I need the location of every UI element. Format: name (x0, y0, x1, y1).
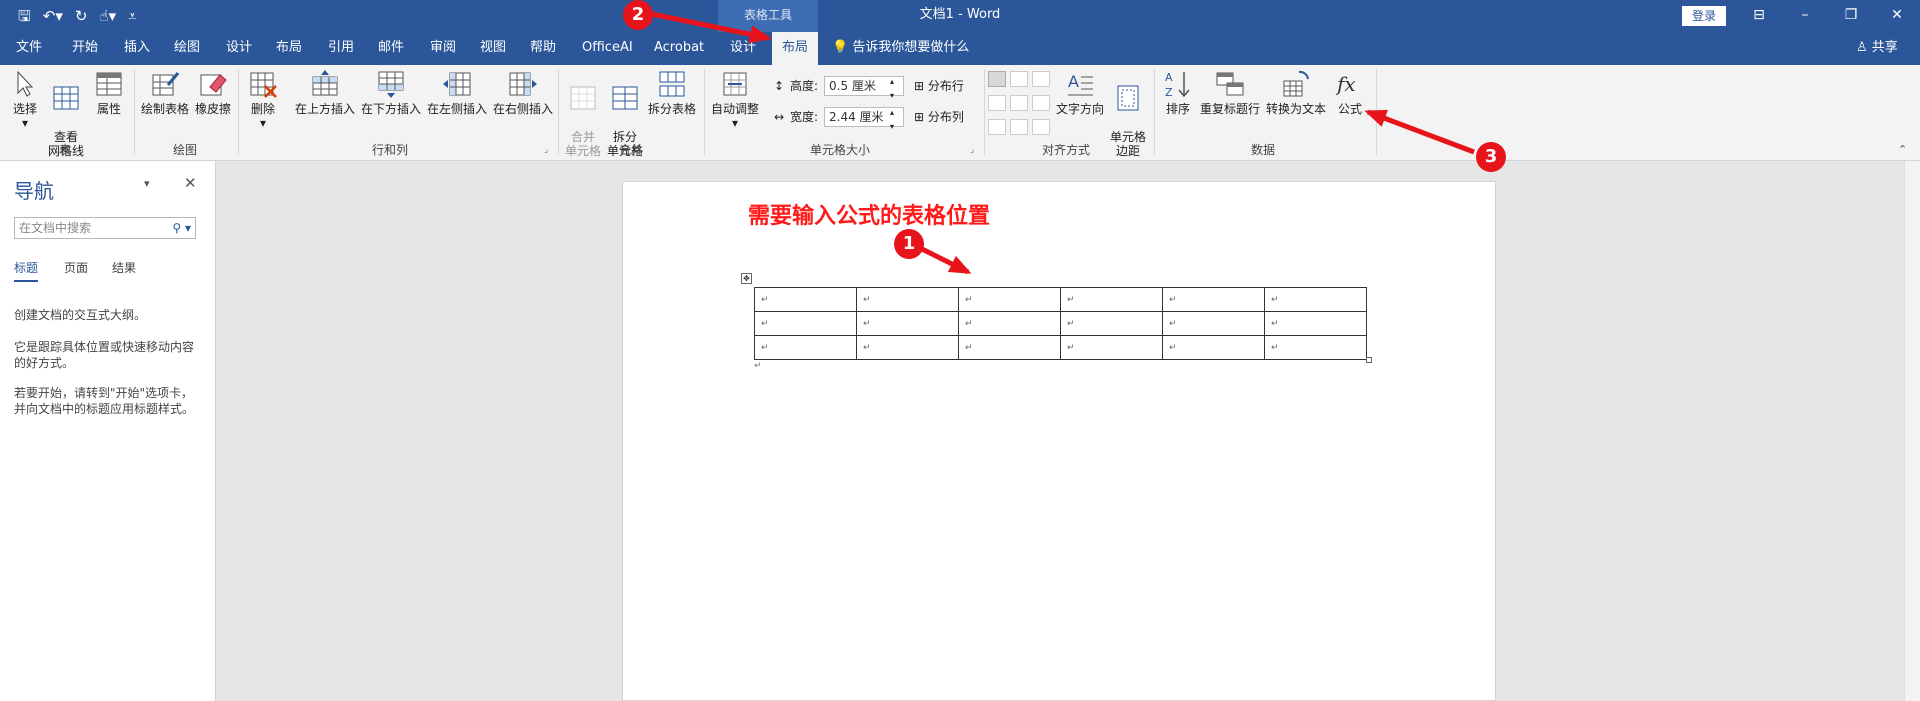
annotation-arrow-1 (918, 245, 972, 275)
annotation-badge-1: 1 (894, 229, 924, 259)
annotation-badge-2: 2 (623, 0, 653, 30)
annotation-arrows (651, 11, 1475, 275)
word-window: 🖫 ↶▾ ↻ ☝▾ ⩡ 表格工具 文档1 - Word 登录 ⊟ – ❐ ✕ 文… (0, 0, 1920, 701)
annotation-arrow-3 (1364, 109, 1475, 155)
annotation-badge-3: 3 (1476, 142, 1506, 172)
annotation-arrow-2 (651, 11, 772, 44)
